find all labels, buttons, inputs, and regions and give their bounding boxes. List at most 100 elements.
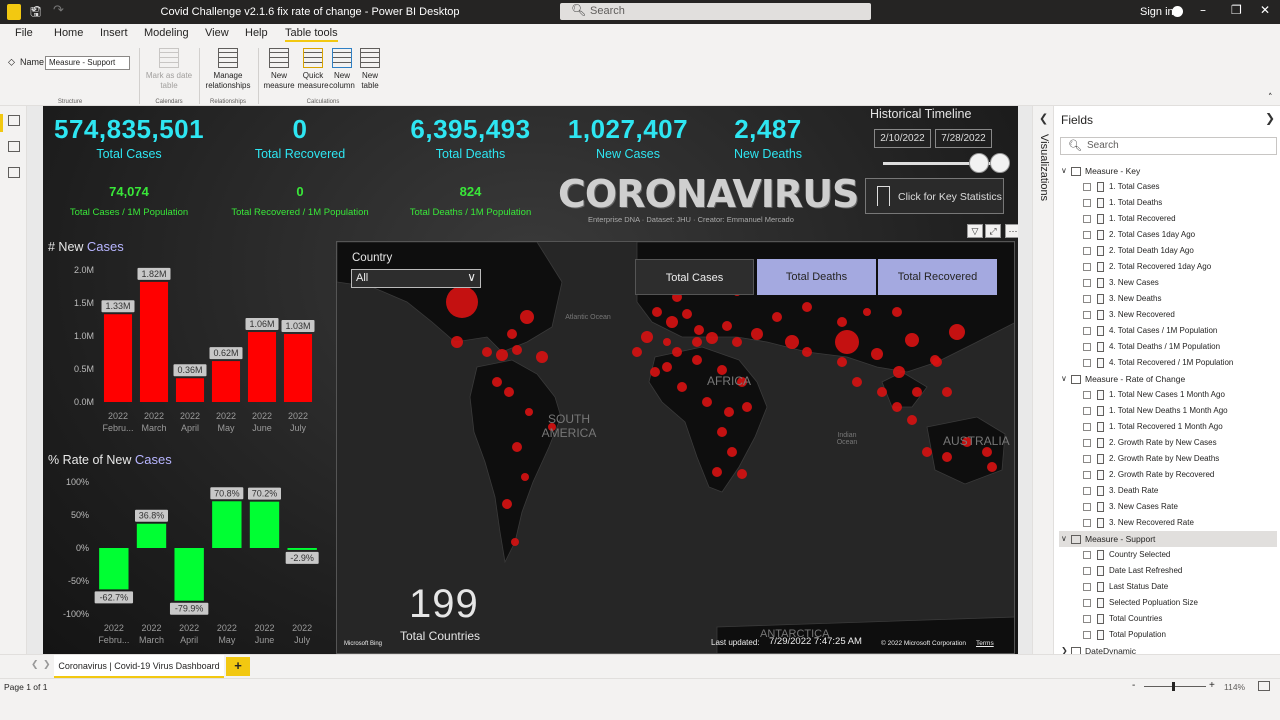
new-table-button[interactable]: New table <box>357 48 383 91</box>
menu-modeling[interactable]: Modeling <box>144 27 189 39</box>
menu-table-tools[interactable]: Table tools <box>285 27 338 42</box>
field-checkbox[interactable] <box>1083 631 1091 639</box>
report-view-icon[interactable] <box>8 115 20 126</box>
field-item[interactable]: 4. Total Recovered / 1M Population <box>1059 355 1277 371</box>
map-terms-link[interactable]: Terms <box>976 640 994 647</box>
field-item[interactable]: 1. Total New Cases 1 Month Ago <box>1059 387 1277 403</box>
timeline-slider-start-handle[interactable] <box>969 153 989 173</box>
field-checkbox[interactable] <box>1083 295 1091 303</box>
zoom-out-button[interactable]: - <box>1132 680 1135 691</box>
minimize-icon[interactable]: – <box>1200 3 1206 17</box>
menu-help[interactable]: Help <box>245 27 268 39</box>
field-checkbox[interactable] <box>1083 471 1091 479</box>
undo-icon[interactable]: ↶ <box>31 3 41 17</box>
menu-home[interactable]: Home <box>54 27 83 39</box>
field-item[interactable]: 2. Growth Rate by New Deaths <box>1059 451 1277 467</box>
quick-measure-button[interactable]: Quick measure <box>296 48 330 91</box>
menu-file[interactable]: File <box>15 27 33 39</box>
field-item[interactable]: 1. Total Deaths <box>1059 195 1277 211</box>
field-item[interactable]: Date Last Refreshed <box>1059 563 1277 579</box>
field-item[interactable]: Country Selected <box>1059 547 1277 563</box>
data-view-icon[interactable] <box>8 141 20 152</box>
toggle-total-cases[interactable]: Total Cases <box>635 259 754 295</box>
field-item[interactable]: 3. New Cases <box>1059 275 1277 291</box>
field-checkbox[interactable] <box>1083 247 1091 255</box>
field-item[interactable]: 2. Total Death 1day Ago <box>1059 243 1277 259</box>
field-checkbox[interactable] <box>1083 599 1091 607</box>
field-checkbox[interactable] <box>1083 567 1091 575</box>
field-item[interactable]: 2. Total Recovered 1day Ago <box>1059 259 1277 275</box>
field-checkbox[interactable] <box>1083 359 1091 367</box>
field-table[interactable]: ∨ Measure - Key <box>1059 163 1277 179</box>
expand-arrow-icon[interactable]: ❮ <box>1039 112 1048 125</box>
add-page-button[interactable]: + <box>226 657 250 676</box>
field-checkbox[interactable] <box>1083 343 1091 351</box>
timeline-end-date[interactable]: 7/28/2022 <box>935 129 992 148</box>
field-checkbox[interactable] <box>1083 615 1091 623</box>
mark-as-date-table-button[interactable]: Mark as date table <box>143 48 195 91</box>
avatar[interactable] <box>1172 6 1183 17</box>
zoom-slider-track[interactable] <box>1144 686 1206 687</box>
field-item[interactable]: Total Population <box>1059 627 1277 643</box>
field-checkbox[interactable] <box>1083 551 1091 559</box>
zoom-slider-thumb[interactable] <box>1172 682 1175 691</box>
key-statistics-button[interactable]: Click for Key Statistics <box>865 178 1004 214</box>
field-item[interactable]: 2. Growth Rate by New Cases <box>1059 435 1277 451</box>
field-item[interactable]: 4. Total Deaths / 1M Population <box>1059 339 1277 355</box>
toggle-total-deaths[interactable]: Total Deaths <box>757 259 876 295</box>
menu-insert[interactable]: Insert <box>100 27 128 39</box>
focus-mode-icon[interactable]: ⤢ <box>985 224 1001 238</box>
chevron-down-icon[interactable]: ∨ <box>1061 371 1067 387</box>
field-item[interactable]: 2. Growth Rate by Recovered <box>1059 467 1277 483</box>
redo-icon[interactable]: ↷ <box>53 3 64 18</box>
new-measure-button[interactable]: New measure <box>262 48 296 91</box>
manage-relationships-button[interactable]: Manage relationships <box>202 48 254 91</box>
field-checkbox[interactable] <box>1083 263 1091 271</box>
ribbon-collapse-icon[interactable]: ˄ <box>1268 93 1273 103</box>
field-checkbox[interactable] <box>1083 407 1091 415</box>
fit-to-page-icon[interactable] <box>1258 681 1270 691</box>
timeline-slider-end-handle[interactable] <box>990 153 1010 173</box>
field-item[interactable]: Total Countries <box>1059 611 1277 627</box>
field-checkbox[interactable] <box>1083 503 1091 511</box>
new-column-button[interactable]: New column <box>327 48 357 91</box>
timeline-start-date[interactable]: 2/10/2022 <box>874 129 931 148</box>
field-checkbox[interactable] <box>1083 231 1091 239</box>
field-checkbox[interactable] <box>1083 487 1091 495</box>
restore-icon[interactable]: ❐ <box>1231 3 1242 17</box>
field-item[interactable]: Selected Popluation Size <box>1059 595 1277 611</box>
fields-search-input[interactable]: 🔍︎ Search <box>1060 137 1277 155</box>
field-item[interactable]: 1. Total Recovered <box>1059 211 1277 227</box>
field-checkbox[interactable] <box>1083 439 1091 447</box>
world-map[interactable]: Country All ∨ Total Cases Total Deaths T… <box>336 241 1015 654</box>
field-checkbox[interactable] <box>1083 199 1091 207</box>
prev-page-icon[interactable]: ❮ <box>31 660 39 670</box>
field-item[interactable]: 4. Total Cases / 1M Population <box>1059 323 1277 339</box>
field-checkbox[interactable] <box>1083 391 1091 399</box>
field-item[interactable]: 3. New Deaths <box>1059 291 1277 307</box>
page-tab-dashboard[interactable]: Coronavirus | Covid-19 Virus Dashboard <box>54 655 224 679</box>
collapse-fields-icon[interactable]: ❯ <box>1265 111 1275 125</box>
field-checkbox[interactable] <box>1083 311 1091 319</box>
field-item[interactable]: 2. Total Cases 1day Ago <box>1059 227 1277 243</box>
field-checkbox[interactable] <box>1083 215 1091 223</box>
field-item[interactable]: Last Status Date <box>1059 579 1277 595</box>
chevron-down-icon[interactable]: ∨ <box>1061 531 1067 547</box>
next-page-icon[interactable]: ❯ <box>43 660 51 670</box>
toggle-total-recovered[interactable]: Total Recovered <box>878 259 997 295</box>
title-search-box[interactable]: 🔍︎ Search <box>560 3 871 20</box>
field-item[interactable]: 1. Total Cases <box>1059 179 1277 195</box>
field-checkbox[interactable] <box>1083 279 1091 287</box>
field-checkbox[interactable] <box>1083 519 1091 527</box>
field-table[interactable]: ∨ Measure - Support <box>1059 531 1277 547</box>
field-item[interactable]: 3. Death Rate <box>1059 483 1277 499</box>
field-item[interactable]: 1. Total New Deaths 1 Month Ago <box>1059 403 1277 419</box>
menu-view[interactable]: View <box>205 27 229 39</box>
field-checkbox[interactable] <box>1083 327 1091 335</box>
model-view-icon[interactable] <box>8 167 20 178</box>
zoom-in-button[interactable]: + <box>1209 680 1215 691</box>
field-checkbox[interactable] <box>1083 455 1091 463</box>
field-checkbox[interactable] <box>1083 583 1091 591</box>
field-item[interactable]: 3. New Cases Rate <box>1059 499 1277 515</box>
name-field[interactable]: Measure - Support <box>45 56 130 70</box>
